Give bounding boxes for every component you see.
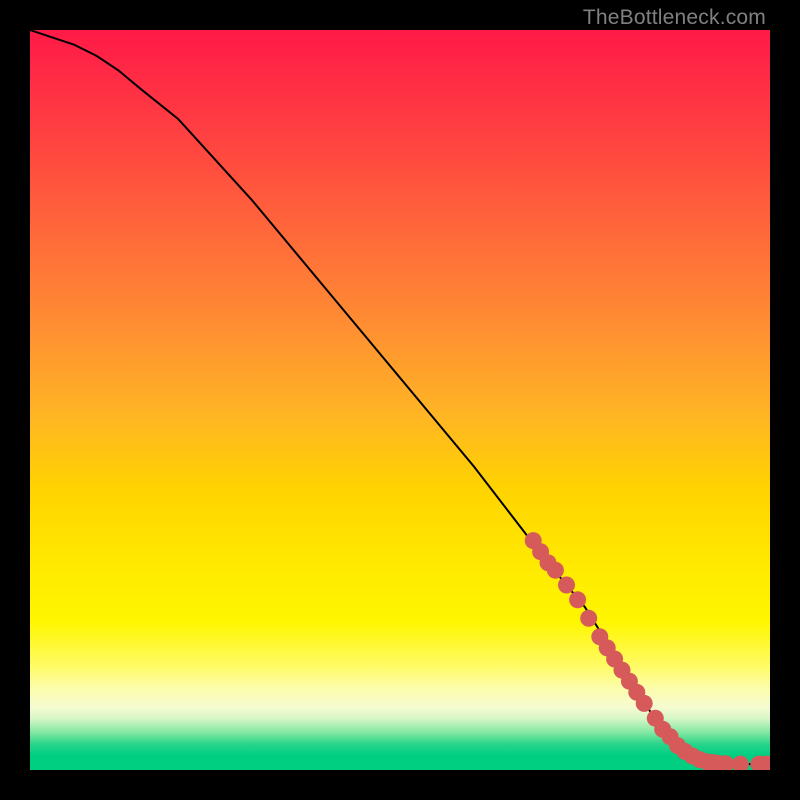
highlight-point [732, 756, 749, 770]
chart-overlay [30, 30, 770, 770]
highlight-point [558, 577, 575, 594]
highlight-point [580, 610, 597, 627]
curve-line [30, 30, 770, 764]
watermark-text: TheBottleneck.com [583, 6, 766, 30]
chart-area [30, 30, 770, 770]
highlight-point [636, 695, 653, 712]
highlight-point [547, 562, 564, 579]
highlight-point [569, 591, 586, 608]
